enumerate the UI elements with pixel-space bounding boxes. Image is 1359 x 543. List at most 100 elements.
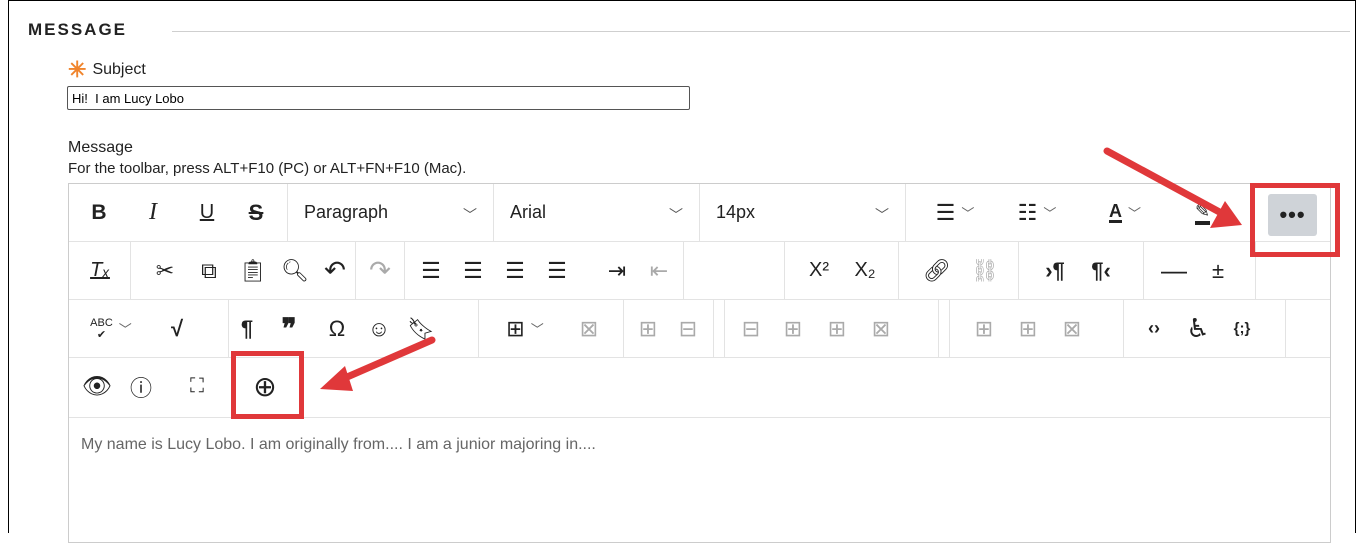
source-code-button[interactable]: ‹› <box>1136 300 1172 357</box>
required-icon: ✳ <box>68 57 87 82</box>
align-center-icon: ☰ <box>463 257 483 283</box>
row-props-button[interactable]: ⊠ <box>865 300 897 357</box>
rtl-button[interactable]: ¶‹ <box>1085 242 1117 299</box>
align-left-icon: ☰ <box>421 257 441 283</box>
bullet-list-button[interactable]: ☰ ﹀ <box>924 184 986 241</box>
chevron-down-icon: ﹀ <box>118 322 132 337</box>
paragraph-icon: ¶ <box>240 315 254 341</box>
bookmark-button[interactable]: 🔖︎ <box>405 300 437 357</box>
subject-label: ✳ Subject <box>68 57 146 82</box>
insert-plus-button[interactable]: ± <box>1200 242 1236 299</box>
help-button[interactable]: ⓘ <box>125 358 157 415</box>
horizontal-rule-button[interactable]: — <box>1156 242 1192 299</box>
table-row-props-button[interactable]: ⊞ <box>632 300 664 357</box>
table-row-icon: ⊞ <box>638 315 658 341</box>
table-icon: ⊞ <box>506 315 525 341</box>
strikethrough-button[interactable]: S <box>241 184 271 241</box>
delete-table-button[interactable]: ⊠ <box>573 300 605 357</box>
omega-icon: Ω <box>328 315 346 341</box>
find-replace-button[interactable]: 🔍︎ <box>279 242 311 299</box>
section-title: MESSAGE <box>28 20 128 39</box>
outdent-button[interactable]: ⇤ <box>643 242 675 299</box>
justify-button[interactable]: ☰ <box>541 242 573 299</box>
indent-button[interactable]: ⇥ <box>601 242 633 299</box>
justify-icon: ☰ <box>547 257 567 283</box>
table-button[interactable]: ⊞ ﹀ <box>499 300 551 357</box>
text-color-button[interactable]: A ﹀ <box>1094 184 1156 241</box>
insert-link-button[interactable]: 🔗︎ <box>921 242 953 299</box>
clear-formatting-button[interactable]: Tₓ <box>85 242 115 299</box>
emoji-button[interactable]: ☺ <box>363 300 395 357</box>
rule-group: — ± <box>1144 242 1256 299</box>
align-right-button[interactable]: ☰ <box>499 242 531 299</box>
table-props-group: ⊞ ⊟ <box>624 300 714 357</box>
font-size-select[interactable]: 14px ﹀ <box>700 184 906 241</box>
editor-content[interactable]: My name is Lucy Lobo. I am originally fr… <box>81 436 596 454</box>
table-group: ⊞ ﹀ ⊠ <box>489 300 624 357</box>
table-cell-icon: ⊟ <box>678 315 698 341</box>
font-family-select[interactable]: Arial ﹀ <box>494 184 700 241</box>
insert-row-after-button[interactable]: ⊞ <box>777 300 809 357</box>
special-char-button[interactable]: Ω <box>321 300 353 357</box>
paragraph-mark-button[interactable]: ¶ <box>231 300 263 357</box>
format-select[interactable]: Paragraph ﹀ <box>288 184 494 241</box>
underline-button[interactable]: U <box>193 184 221 241</box>
message-label: Message <box>68 139 133 156</box>
insert-col-before-button[interactable]: ⊞ <box>968 300 1000 357</box>
italic-button[interactable]: I <box>139 184 167 241</box>
template-button[interactable]: {;} <box>1224 300 1260 357</box>
fullscreen-button[interactable]: ⛶ <box>181 358 213 415</box>
highlight-color-button[interactable]: ✎ ﹀ <box>1181 184 1243 241</box>
scissors-icon: ✂ <box>155 257 175 283</box>
subscript-button[interactable]: X₂ <box>845 242 885 299</box>
ltr-button[interactable]: ›¶ <box>1039 242 1071 299</box>
size-value: 14px <box>716 202 756 222</box>
indent-icon: ⇥ <box>607 257 627 283</box>
cut-button[interactable]: ✂ <box>149 242 181 299</box>
table-delete-icon: ⊠ <box>579 315 599 341</box>
accessibility-icon: ♿︎ <box>1186 313 1210 343</box>
row-delete-icon: ⊞ <box>827 315 847 341</box>
undo-icon: ↶ <box>324 255 346 285</box>
search-icon: 🔍︎ <box>281 257 309 283</box>
math-button[interactable]: √ <box>161 300 193 357</box>
remove-link-button[interactable]: ⛓ <box>969 242 1001 299</box>
subject-input[interactable] <box>67 86 690 110</box>
align-left-button[interactable]: ☰ <box>415 242 447 299</box>
redo-button[interactable]: ↷ <box>364 242 396 299</box>
accessibility-button[interactable]: ♿︎ <box>1180 300 1216 357</box>
insert-group: ¶ ❞ Ω ☺ 🔖︎ <box>229 300 479 357</box>
text-style-group: B I U S <box>69 184 288 241</box>
undo-button[interactable]: ↶ <box>319 242 351 299</box>
blockquote-button[interactable]: ❞ <box>273 300 305 357</box>
spellcheck-group: ABC ✔ ﹀ √ <box>69 300 229 357</box>
spellcheck-button[interactable]: ABC ✔ ﹀ <box>81 300 141 357</box>
section-divider <box>172 31 1350 32</box>
bookmark-icon: 🔖︎ <box>407 315 435 341</box>
ltr-paragraph-icon: ›¶ <box>1045 257 1065 283</box>
fullscreen-icon: ⛶ <box>190 375 204 397</box>
preview-button[interactable]: 👁︎ <box>81 358 113 415</box>
superscript-button[interactable]: X² <box>799 242 839 299</box>
chevron-down-icon: ﹀ <box>463 207 477 223</box>
delete-col-button[interactable]: ⊠ <box>1056 300 1088 357</box>
chevron-down-icon: ﹀ <box>530 322 544 337</box>
square-root-icon: √ <box>170 315 184 341</box>
copy-button[interactable]: ⧉ <box>193 242 225 299</box>
chevron-down-icon: ﹀ <box>1127 206 1141 221</box>
toolbar-row-3: ABC ✔ ﹀ √ ¶ ❞ Ω ☺ 🔖︎ ⊞ ﹀ ⊠ ⊞ ⊟ ⊟ ⊞ ⊞ ⊠ ⊞ ⊞ <box>69 300 1330 358</box>
delete-row-button[interactable]: ⊞ <box>821 300 853 357</box>
col-after-icon: ⊞ <box>1018 315 1038 341</box>
quote-icon: ❞ <box>281 313 297 344</box>
insert-col-after-button[interactable]: ⊞ <box>1012 300 1044 357</box>
numbered-list-button[interactable]: ☷ ﹀ <box>1006 184 1068 241</box>
align-center-button[interactable]: ☰ <box>457 242 489 299</box>
link-icon: 🔗︎ <box>923 257 951 283</box>
bold-button[interactable]: B <box>85 184 113 241</box>
paste-button[interactable]: 📋︎ <box>237 242 269 299</box>
table-cell-props-button[interactable]: ⊟ <box>672 300 704 357</box>
format-value: Paragraph <box>304 202 389 222</box>
insert-row-before-button[interactable]: ⊟ <box>735 300 767 357</box>
link-group: 🔗︎ ⛓ <box>899 242 1019 299</box>
row-before-icon: ⊟ <box>741 315 761 341</box>
